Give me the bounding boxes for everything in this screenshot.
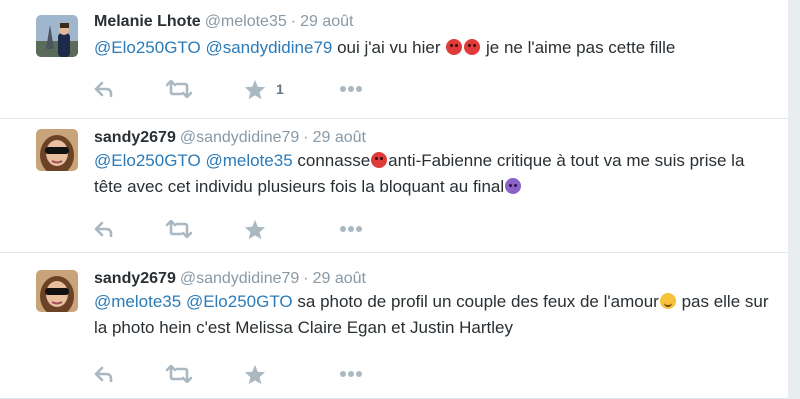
mention-link[interactable]: @Elo250GTO [94,151,201,170]
star-icon [244,364,266,384]
avatar[interactable] [36,15,78,57]
reply-button[interactable] [94,217,114,241]
tweet-text: @Elo250GTO @sandydidine79 oui j'ai vu hi… [94,35,774,61]
tweet-text-part: je ne l'aime pas cette fille [485,38,676,57]
username[interactable]: @sandydidine79 [180,270,299,287]
angry-emoji-icon [464,39,481,55]
retweet-button[interactable] [166,77,192,101]
mention-link[interactable]: @melote35 [205,151,292,170]
mention-link[interactable]: @Elo250GTO [186,292,293,311]
retweet-icon [166,220,192,238]
username[interactable]: @melote35 [205,13,287,30]
avatar[interactable] [36,129,78,171]
tweet-header: sandy2679 @sandydidine79 · 29 août [94,128,366,148]
timestamp[interactable]: 29 août [300,13,353,30]
favorite-count: 1 [276,81,284,97]
username[interactable]: @sandydidine79 [180,129,299,146]
favorite-button[interactable] [244,362,266,386]
devil-emoji-icon [505,178,522,194]
more-button[interactable] [339,217,363,241]
reply-icon [94,81,113,97]
timeline: Melanie Lhote @melote35 · 29 août @Elo250GT… [0,0,800,399]
smile-emoji-icon [659,293,676,309]
tweet: Melanie Lhote @melote35 · 29 août @Elo250GT… [0,0,788,119]
favorite-button[interactable]: 1 [244,77,284,101]
tweet-text: @Elo250GTO @melote35 connasse anti-Fabien… [94,148,774,200]
separator: · [303,270,309,287]
more-icon [340,371,362,377]
tweet-header: sandy2679 @sandydidine79 · 29 août [94,269,366,289]
mention-link[interactable]: @Elo250GTO [94,38,201,57]
separator: · [290,13,297,30]
retweet-icon [166,365,192,383]
tweet-text-part: oui j'ai vu hier [337,38,441,57]
timestamp[interactable]: 29 août [313,129,366,146]
tweet: sandy2679 @sandydidine79 · 29 août @melote3… [0,253,788,399]
tweet-text-part: sa photo de profil un couple des feux de… [297,292,659,311]
tweet-text-part: connasse [297,151,371,170]
more-icon [340,226,362,232]
angry-emoji-icon [371,152,388,168]
mention-link[interactable]: @melote35 [94,292,181,311]
fullname[interactable]: sandy2679 [94,129,176,146]
retweet-icon [166,80,192,98]
tweet: sandy2679 @sandydidine79 · 29 août @Elo250G… [0,119,788,253]
star-icon [244,79,266,99]
more-icon [340,86,362,92]
reply-icon [94,366,113,382]
fullname[interactable]: sandy2679 [94,270,176,287]
avatar[interactable] [36,270,78,312]
retweet-button[interactable] [166,217,192,241]
retweet-button[interactable] [166,362,192,386]
reply-button[interactable] [94,362,114,386]
fullname[interactable]: Melanie Lhote [94,13,201,30]
star-icon [244,219,266,239]
tweet-text: @melote35 @Elo250GTO sa photo de profil … [94,289,774,341]
angry-emoji-icon [446,39,463,55]
separator: · [303,129,309,146]
favorite-button[interactable] [244,217,266,241]
reply-button[interactable] [94,77,114,101]
scrollbar-track[interactable] [788,0,800,399]
more-button[interactable] [339,362,363,386]
more-button[interactable] [339,77,363,101]
mention-link[interactable]: @sandydidine79 [205,38,332,57]
reply-icon [94,221,113,237]
timestamp[interactable]: 29 août [313,270,366,287]
tweet-header: Melanie Lhote @melote35 · 29 août [94,12,353,32]
